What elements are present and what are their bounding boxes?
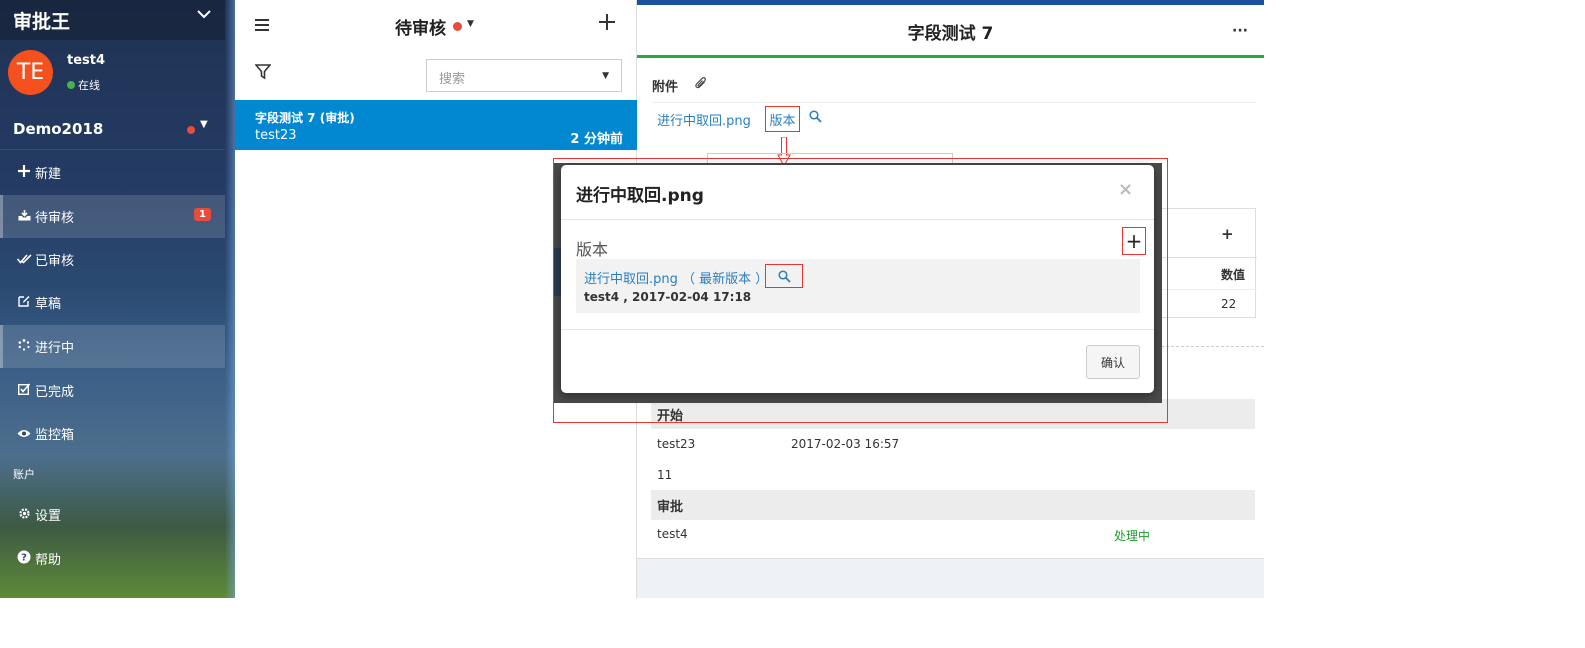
version-row: 进行中取回.png （ 最新版本 ） test4 , 2017-02-04 17… [576,259,1140,313]
more-menu-icon[interactable]: ··· [1232,23,1248,39]
sidebar-item-label: 进行中 [35,341,75,356]
sidebar-item-in-progress[interactable]: 进行中 [0,325,225,368]
sidebar-item-label: 待审核 [35,211,75,226]
avatar[interactable]: TE [8,50,53,95]
attachment-link[interactable]: 进行中取回.png [657,110,751,129]
sidebar-item-label: 帮助 [35,553,62,568]
divider [561,219,1154,220]
sidebar-item-label: 已完成 [35,385,75,400]
add-button[interactable] [599,11,615,36]
notification-dot-icon [453,22,462,31]
plus-icon [15,165,33,180]
card-column-header: 数值 [1221,268,1246,282]
card-add-button[interactable]: + [1221,225,1234,243]
help-icon: ? [15,550,33,567]
account-section-label: 账户 [13,468,35,481]
version-link[interactable]: 版本 [765,106,800,132]
double-check-icon [15,253,33,267]
gear-icon [15,507,33,523]
start-extra: 11 [657,468,673,482]
version-file-link[interactable]: 进行中取回.png （ 最新版本 ） [584,268,768,287]
start-user: test23 [657,437,696,451]
user-profile[interactable]: TE test4 在线 [0,40,225,102]
divider [1157,289,1257,290]
brand-name: 审批王 [13,10,71,33]
search-input[interactable]: 搜索 ▼ [426,59,622,92]
user-status: 在线 [67,77,100,93]
app-root: 审批王 TE test4 在线 Demo2018 ▼ 新建 待审核 1 已审核 … [0,0,1585,648]
sidebar-item-label: 新建 [35,167,62,182]
sidebar-header[interactable]: 审批王 [0,0,225,40]
divider [561,329,1154,330]
sidebar-item-pending[interactable]: 待审核 1 [0,195,225,238]
versions-heading: 版本 [576,240,609,259]
start-time: 2017-02-03 16:57 [791,437,900,451]
sidebar-item-label: 草稿 [35,297,62,312]
search-placeholder: 搜索 [439,72,466,87]
eye-icon [15,427,33,441]
online-dot-icon [67,81,75,89]
section-header-approval: 审批 [651,490,1255,520]
detail-footer [637,558,1264,598]
sidebar-item-completed[interactable]: 已完成 [0,369,225,412]
version-dialog: 进行中取回.png × 版本 + 进行中取回.png （ 最新版本 ） test… [561,165,1154,393]
notification-dot-icon [187,126,195,134]
attachments-label: 附件 [652,80,679,95]
sidebar: 审批王 TE test4 在线 Demo2018 ▼ 新建 待审核 1 已审核 … [0,0,235,598]
chevron-down-icon[interactable] [197,7,211,23]
list-title[interactable]: 待审核 [395,14,446,39]
close-icon[interactable]: × [1118,179,1133,200]
detail-title: 字段测试 7 [907,24,994,44]
spinner-icon [15,339,33,354]
user-status-label: 在线 [78,79,100,92]
add-version-button[interactable]: + [1122,227,1146,255]
sidebar-item-help[interactable]: ? 帮助 [0,537,225,580]
caret-down-icon[interactable]: ▼ [200,119,208,130]
menu-icon[interactable] [255,15,269,36]
caret-down-icon[interactable]: ▼ [467,19,474,29]
org-name: Demo2018 [13,120,104,138]
sidebar-item-drafts[interactable]: 草稿 [0,281,225,324]
sidebar-item-monitor[interactable]: 监控箱 [0,412,225,455]
sidebar-item-settings[interactable]: 设置 [0,493,225,536]
list-item[interactable]: 字段测试 7 (审批) test23 2 分钟前 [235,100,637,150]
caret-down-icon[interactable]: ▼ [602,71,609,81]
sidebar-item-label: 监控箱 [35,428,75,443]
search-icon[interactable] [765,264,803,288]
inbox-icon [15,209,33,224]
sidebar-item-new[interactable]: 新建 [0,151,225,194]
list-item-time: 2 分钟前 [570,132,623,147]
card-value: 22 [1221,297,1237,311]
status-bar [637,55,1264,58]
confirm-button[interactable]: 确认 [1086,345,1140,379]
org-selector[interactable]: Demo2018 ▼ [0,106,225,150]
data-card: + 数值 22 [1156,208,1257,318]
list-header: 待审核 ▼ [235,0,637,50]
divider [652,102,1256,103]
filter-icon[interactable] [254,64,272,84]
edit-icon [15,295,33,310]
sidebar-item-label: 已审核 [35,254,75,269]
checkbox-icon [15,383,33,398]
dashed-divider [1156,346,1264,347]
sidebar-item-label: 设置 [35,509,62,524]
version-meta: test4 , 2017-02-04 17:18 [584,290,752,304]
list-item-subtitle: test23 [255,128,297,143]
divider [1157,257,1257,258]
status-badge: 处理中 [1114,529,1151,543]
svg-text:?: ? [21,553,27,564]
user-name: test4 [67,53,106,68]
search-icon[interactable] [809,110,822,127]
approval-user: test4 [657,527,688,541]
pending-count-badge: 1 [194,208,211,221]
dialog-title: 进行中取回.png [576,186,704,206]
sidebar-item-approved[interactable]: 已审核 [0,238,225,281]
paperclip-icon[interactable] [695,77,707,94]
list-item-title: 字段测试 7 (审批) [255,111,355,125]
